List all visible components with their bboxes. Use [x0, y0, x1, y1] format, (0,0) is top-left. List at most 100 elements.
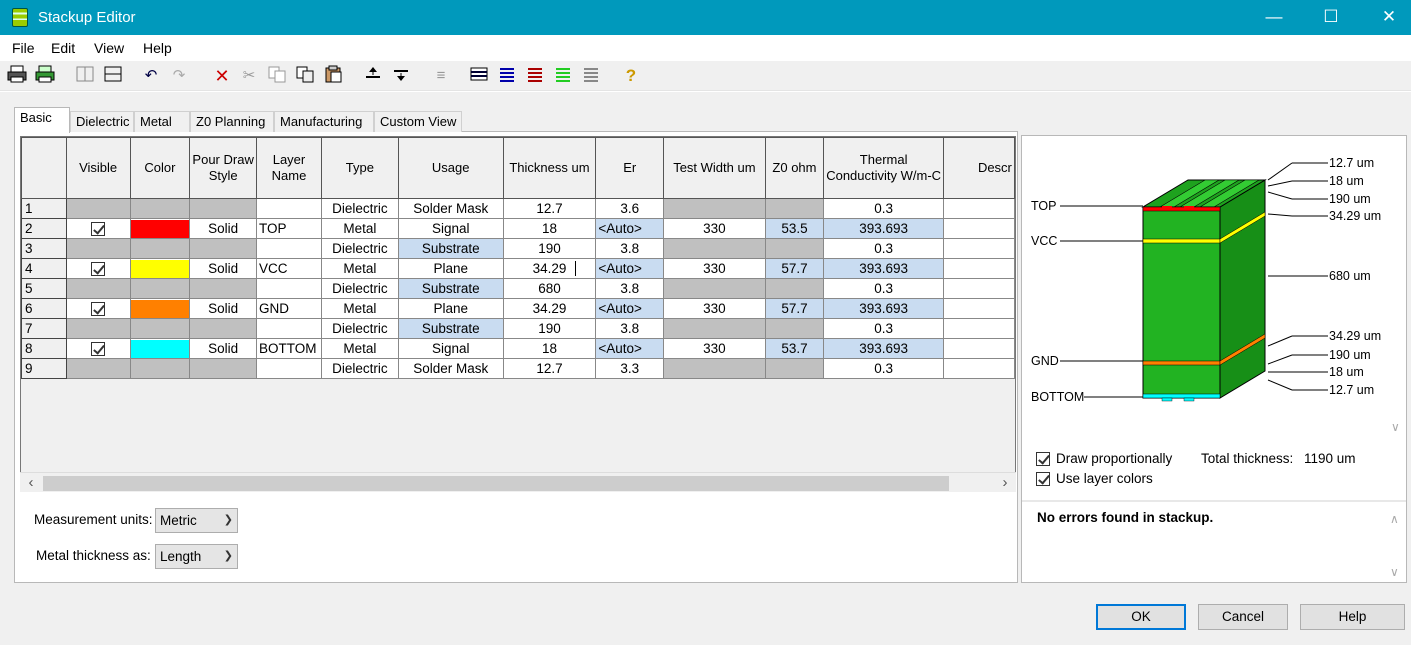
row-number[interactable]: 8 — [21, 338, 67, 359]
usage-cell[interactable]: Solder Mask — [397, 198, 504, 219]
table-row[interactable]: 1 Dielectric Solder Mask 12.7 3.6 0.3 — [21, 198, 1015, 219]
thermal-conductivity-cell[interactable]: 393.693 — [823, 298, 944, 319]
pour-draw-style-cell[interactable]: Solid — [189, 338, 257, 359]
thickness-cell[interactable]: 34.29 — [502, 258, 597, 279]
visible-cell[interactable] — [65, 218, 131, 239]
column-header-layer-name[interactable]: Layer Name — [256, 137, 322, 199]
row-number[interactable]: 1 — [21, 198, 67, 219]
preview-vertical-scrollbar[interactable]: ∨ — [1387, 137, 1405, 442]
test-width-cell[interactable]: 330 — [663, 298, 766, 319]
measurement-units-select[interactable]: Metric ❯ — [155, 508, 238, 533]
cancel-button[interactable]: Cancel — [1198, 604, 1288, 630]
column-header-pour-draw-style[interactable]: Pour Draw Style — [189, 137, 257, 199]
z0-cell[interactable]: 53.5 — [764, 218, 825, 239]
test-width-cell[interactable]: 330 — [663, 338, 766, 359]
table-row[interactable]: 2 Solid TOP Metal Signal 18 <Auto> 330 53.5 393.6… — [21, 218, 1015, 239]
column-header-er[interactable]: Er — [595, 137, 665, 199]
copy-icon[interactable] — [266, 65, 288, 87]
color-cell[interactable] — [129, 218, 191, 239]
layer-name-cell[interactable] — [256, 198, 322, 219]
row-number[interactable]: 5 — [21, 278, 67, 299]
visible-cell[interactable] — [65, 338, 131, 359]
usage-cell[interactable]: Substrate — [397, 278, 504, 299]
paste-special-icon[interactable] — [294, 65, 316, 87]
pour-draw-style-cell[interactable]: Solid — [189, 298, 257, 319]
color-cell[interactable] — [129, 298, 191, 319]
tab-metal[interactable]: Metal — [134, 111, 190, 132]
table-row[interactable]: 4 Solid VCC Metal Plane 34.29 <Auto> 330 57.7 393… — [21, 258, 1015, 279]
thermal-conductivity-cell[interactable]: 393.693 — [823, 258, 944, 279]
usage-cell[interactable]: Substrate — [397, 318, 504, 339]
dielectric-layers-icon[interactable] — [552, 65, 574, 87]
scroll-left-icon[interactable]: ‹ — [22, 474, 40, 491]
z0-cell[interactable]: 53.7 — [764, 338, 825, 359]
column-header-test-width[interactable]: Test Width um — [663, 137, 766, 199]
column-header-visible[interactable]: Visible — [65, 137, 131, 199]
table-row[interactable]: 7 Dielectric Substrate 190 3.8 0.3 — [21, 318, 1015, 339]
color-cell[interactable] — [129, 338, 191, 359]
layer-name-cell[interactable]: BOTTOM — [256, 338, 322, 359]
usage-cell[interactable]: Plane — [397, 298, 504, 319]
print-preview-icon[interactable] — [34, 65, 56, 87]
cut-icon[interactable]: ✂ — [238, 65, 260, 87]
usage-cell[interactable]: Signal — [397, 338, 504, 359]
status-scroll-down-icon[interactable]: ∨ — [1390, 565, 1399, 579]
layer-color-swatch[interactable] — [131, 339, 189, 358]
description-cell[interactable] — [942, 198, 1015, 219]
type-cell[interactable]: Dielectric — [320, 238, 399, 259]
description-cell[interactable] — [942, 258, 1015, 279]
metal-thickness-select[interactable]: Length ❯ — [155, 544, 238, 569]
close-icon[interactable]: ✕ — [1366, 0, 1411, 35]
er-cell[interactable]: 3.8 — [595, 238, 665, 259]
layer-color-swatch[interactable] — [131, 259, 189, 278]
redo-icon[interactable]: ↷ — [168, 65, 190, 87]
layer-name-cell[interactable]: GND — [256, 298, 322, 319]
tab-manufacturing[interactable]: Manufacturing — [274, 111, 374, 132]
visible-checkbox[interactable] — [91, 262, 106, 277]
thermal-conductivity-cell[interactable]: 0.3 — [823, 318, 944, 339]
print-icon[interactable] — [6, 65, 28, 87]
type-cell[interactable]: Metal — [320, 258, 399, 279]
test-width-cell[interactable]: 330 — [663, 258, 766, 279]
z0-cell[interactable]: 57.7 — [764, 298, 825, 319]
stackup-icon[interactable] — [468, 65, 490, 87]
horizontal-scrollbar[interactable]: ‹ › — [20, 472, 1016, 492]
ok-button[interactable]: OK — [1096, 604, 1186, 630]
type-cell[interactable]: Metal — [320, 298, 399, 319]
thickness-cell[interactable]: 680 — [502, 278, 597, 299]
er-cell[interactable]: <Auto> — [595, 338, 665, 359]
column-header-usage[interactable]: Usage — [397, 137, 504, 199]
thickness-cell[interactable]: 34.29 — [502, 298, 597, 319]
layer-name-cell[interactable]: TOP — [256, 218, 322, 239]
scroll-down-icon[interactable]: ∨ — [1391, 420, 1400, 434]
er-cell[interactable]: <Auto> — [595, 298, 665, 319]
row-number[interactable]: 4 — [21, 258, 67, 279]
row-number[interactable]: 9 — [21, 358, 67, 379]
split-vertical-icon[interactable] — [74, 65, 96, 87]
column-header-type[interactable]: Type — [320, 137, 399, 199]
pour-draw-style-cell[interactable]: Solid — [189, 258, 257, 279]
color-cell[interactable] — [129, 258, 191, 279]
usage-cell[interactable]: Solder Mask — [397, 358, 504, 379]
description-cell[interactable] — [942, 238, 1015, 259]
type-cell[interactable]: Dielectric — [320, 358, 399, 379]
stackup-grid[interactable]: Visible Color Pour Draw Style Layer Name Typ… — [20, 136, 1016, 492]
type-cell[interactable]: Metal — [320, 338, 399, 359]
table-row[interactable]: 3 Dielectric Substrate 190 3.8 0.3 — [21, 238, 1015, 259]
menu-file[interactable]: File — [12, 40, 35, 56]
column-header-thickness[interactable]: Thickness um — [502, 137, 597, 199]
help-button[interactable]: Help — [1300, 604, 1405, 630]
er-cell[interactable]: 3.8 — [595, 318, 665, 339]
er-cell[interactable]: <Auto> — [595, 258, 665, 279]
split-horizontal-icon[interactable] — [102, 65, 124, 87]
sort-layers-icon[interactable]: ≡ — [430, 65, 452, 87]
description-cell[interactable] — [942, 338, 1015, 359]
draw-proportionally-checkbox[interactable] — [1036, 450, 1050, 466]
thermal-conductivity-cell[interactable]: 0.3 — [823, 198, 944, 219]
usage-cell[interactable]: Signal — [397, 218, 504, 239]
column-header-z0[interactable]: Z0 ohm — [764, 137, 825, 199]
column-header-row-number[interactable] — [21, 137, 67, 199]
layer-color-swatch[interactable] — [131, 299, 189, 318]
test-width-cell[interactable]: 330 — [663, 218, 766, 239]
thermal-conductivity-cell[interactable]: 0.3 — [823, 278, 944, 299]
